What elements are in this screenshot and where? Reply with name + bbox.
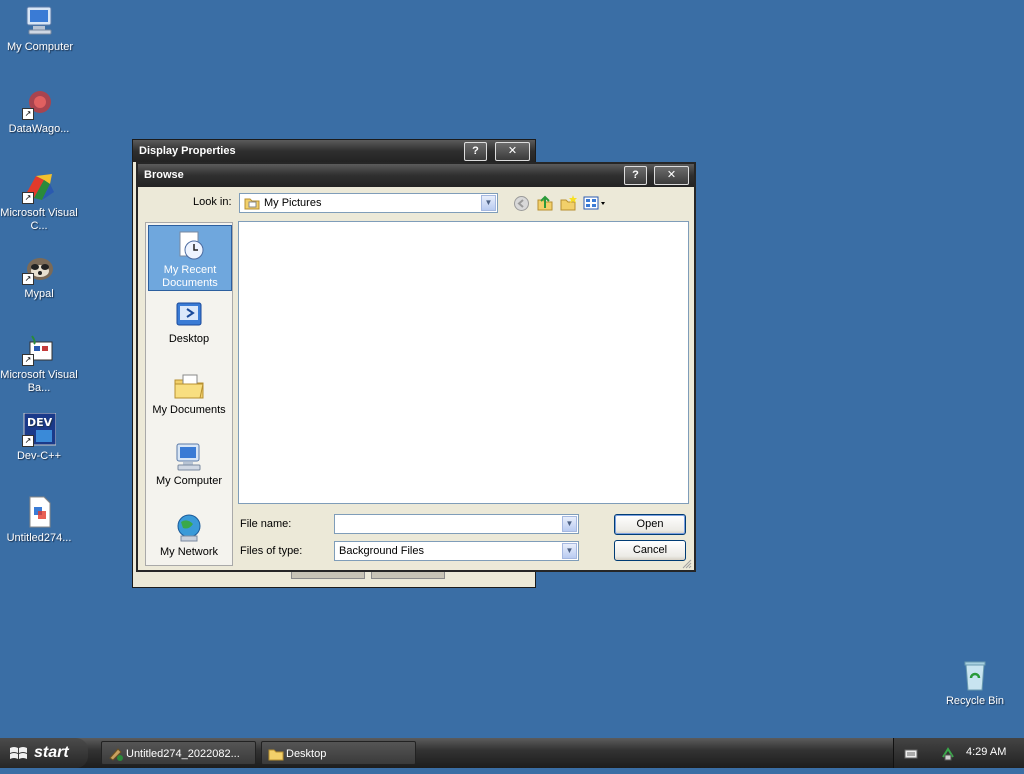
close-button[interactable]: ✕ [495,142,530,161]
cancel-button[interactable]: Cancel [614,540,686,561]
shortcut-arrow-icon: ↗ [22,435,34,447]
chevron-down-icon[interactable]: ▼ [562,516,577,532]
recycle-bin-icon [958,658,992,692]
hidden-cancel-button [371,571,445,579]
chevron-down-icon[interactable]: ▼ [562,543,577,559]
desktop-icon-my-computer[interactable]: My Computer [1,4,79,54]
keyboard-icon[interactable] [904,746,918,763]
datawagon-icon: ↗ [22,86,56,120]
place-label: My Computer [155,475,223,487]
mypal-icon: ↗ [22,251,56,285]
clock: 4:29 AM [966,746,1007,758]
task-label: Desktop [286,748,327,760]
desktop-icon-label: Microsoft Visual C... [0,207,78,232]
place-label: My Recent Documents [162,264,218,289]
place-my-computer[interactable]: My Computer [148,437,230,493]
display-properties-titlebar[interactable]: Display Properties ? ✕ [133,140,535,162]
open-button[interactable]: Open [614,514,686,535]
folder-pictures-icon [244,196,260,216]
start-button[interactable]: start [0,738,88,768]
svg-text:DEV: DEV [27,416,53,429]
start-label: start [34,744,69,761]
desktop-icon-dev-cpp[interactable]: DEV ↗ Dev-C++ [0,412,78,463]
desktop-icon-label: Mypal [24,288,54,300]
desktop-icon-label: Microsoft Visual Ba... [0,369,78,394]
place-label: Desktop [168,333,210,345]
desktop-icon-mypal[interactable]: ↗ Mypal [0,251,78,301]
my-documents-icon [173,370,205,402]
taskbar: start Untitled274_2022082... Desktop 4:2… [0,738,1024,768]
desktop-icon [173,299,205,331]
file-name-label: File name: [240,518,292,530]
files-of-type-dropdown[interactable]: Background Files ▼ [334,541,579,561]
desktop-icon-untitled274[interactable]: Untitled274... [0,495,78,545]
hidden-ok-button [291,571,365,579]
close-button[interactable]: ✕ [654,166,689,185]
look-in-value: My Pictures [264,197,322,209]
dev-cpp-icon: DEV ↗ [22,412,57,447]
desktop-icon-label: DataWago... [8,123,70,135]
help-button[interactable]: ? [464,142,487,161]
my-network-icon [173,512,205,544]
shortcut-arrow-icon: ↗ [22,354,34,366]
folder-icon [268,746,284,764]
browse-titlebar[interactable]: Browse ? ✕ [138,164,694,187]
resize-grip-icon[interactable] [682,559,692,572]
desktop-icon-recycle-bin[interactable]: Recycle Bin [936,658,1014,708]
window-title: Browse [144,169,184,181]
file-list[interactable] [238,221,689,504]
places-bar: My Recent Documents Desktop My Documents… [145,222,233,566]
desktop-icon-datawagon[interactable]: ↗ DataWago... [0,86,78,136]
place-desktop[interactable]: Desktop [148,295,230,351]
new-folder-icon[interactable] [560,194,578,215]
views-menu-icon[interactable] [583,195,607,214]
up-folder-icon[interactable] [536,194,554,215]
system-tray: 4:29 AM [893,738,1024,768]
recent-documents-icon [174,230,206,262]
file-name-input[interactable]: ▼ [334,514,579,534]
desktop-icon-label: My Computer [6,41,74,53]
taskbar-item-untitled274[interactable]: Untitled274_2022082... [101,741,256,765]
my-computer-icon [23,4,57,38]
chevron-down-icon[interactable]: ▼ [481,195,496,211]
look-in-label: Look in: [193,196,232,208]
desktop-icon-label: Recycle Bin [945,695,1005,707]
windows-logo-icon [9,744,29,774]
paint-icon [108,746,124,764]
my-computer-icon [173,441,205,473]
visual-basic-icon: ↗ [22,332,56,366]
back-icon[interactable] [513,195,530,215]
place-my-recent-documents[interactable]: My Recent Documents [148,225,232,291]
desktop-icon-label: Untitled274... [6,532,72,544]
desktop-icon-visual-c[interactable]: ↗ Microsoft Visual C... [0,170,78,233]
task-label: Untitled274_2022082... [126,748,240,760]
place-label: My Network [159,546,219,558]
visual-c-icon: ↗ [22,170,56,204]
look-in-dropdown[interactable]: My Pictures ▼ [239,193,498,213]
place-my-documents[interactable]: My Documents [148,366,230,422]
place-my-network[interactable]: My Network [148,508,230,564]
shortcut-arrow-icon: ↗ [22,192,34,204]
shortcut-arrow-icon: ↗ [22,273,34,285]
help-button[interactable]: ? [624,166,647,185]
window-title: Display Properties [139,145,236,157]
files-of-type-value: Background Files [339,545,424,557]
place-label: My Documents [152,404,226,416]
taskbar-item-desktop[interactable]: Desktop [261,741,416,765]
image-file-icon [22,495,56,529]
desktop-icon-visual-basic[interactable]: ↗ Microsoft Visual Ba... [0,332,78,395]
shortcut-arrow-icon: ↗ [22,108,34,120]
files-of-type-label: Files of type: [240,545,303,557]
network-tray-icon[interactable] [940,745,956,764]
desktop-icon-label: Dev-C++ [16,450,62,462]
